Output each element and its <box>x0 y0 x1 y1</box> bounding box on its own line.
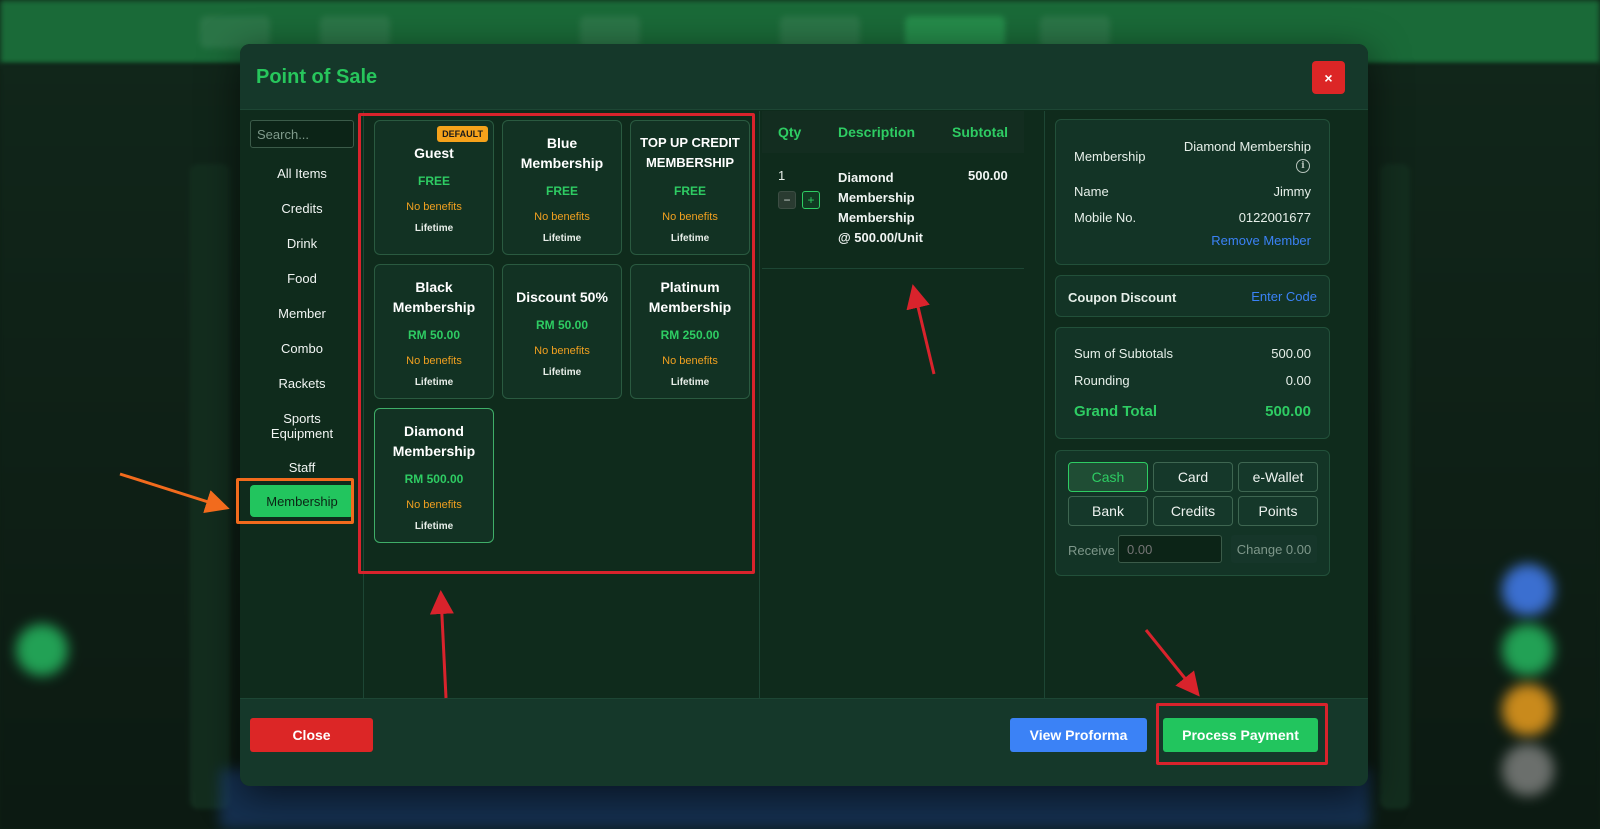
cart-header-row: Qty Description Subtotal <box>762 111 1024 153</box>
annotation-highlight-process-payment <box>1156 703 1328 765</box>
cart-divider <box>762 268 1024 269</box>
close-button[interactable]: Close <box>250 718 373 752</box>
view-proforma-button[interactable]: View Proforma <box>1010 718 1147 752</box>
annotation-highlight-membership-category <box>236 478 354 524</box>
mobile-label: Mobile No. <box>1074 210 1137 225</box>
category-search-input[interactable] <box>250 120 354 148</box>
category-food[interactable]: Food <box>250 271 354 286</box>
modal-title: Point of Sale <box>256 66 378 88</box>
cart-header-qty: Qty <box>778 124 802 140</box>
rounding-value: 0.00 <box>1285 373 1311 388</box>
cart-item-subtotal: 500.00 <box>968 168 1008 183</box>
grand-total-label: Grand Total <box>1074 403 1158 420</box>
category-sidebar: All Items Credits Drink Food Member Comb… <box>240 111 364 711</box>
annotation-highlight-products <box>358 113 755 574</box>
category-all-items[interactable]: All Items <box>250 166 354 181</box>
membership-value: Diamond Membership <box>1183 139 1311 154</box>
modal-header: Point of Sale × <box>240 44 1368 110</box>
enter-code-link[interactable]: Enter Code <box>1251 289 1317 304</box>
category-combo[interactable]: Combo <box>250 341 354 356</box>
category-staff[interactable]: Staff <box>250 460 354 475</box>
category-member[interactable]: Member <box>250 306 354 321</box>
rounding-label: Rounding <box>1074 373 1130 388</box>
payment-credits-button[interactable]: Credits <box>1153 496 1233 526</box>
totals-panel: Sum of Subtotals 500.00 Rounding 0.00 Gr… <box>1055 327 1330 439</box>
decrease-qty-button[interactable]: − <box>778 191 796 209</box>
coupon-panel: Coupon Discount Enter Code <box>1055 275 1330 317</box>
receive-label: Receive <box>1068 543 1115 558</box>
category-rackets[interactable]: Rackets <box>250 376 354 391</box>
category-drink[interactable]: Drink <box>250 236 354 251</box>
sum-label: Sum of Subtotals <box>1074 346 1173 361</box>
cart-table: Qty Description Subtotal 1 − + Diamond M… <box>760 111 1045 711</box>
change-amount: Change 0.00 <box>1231 535 1317 563</box>
sum-value: 500.00 <box>1271 346 1311 361</box>
name-label: Name <box>1074 184 1109 199</box>
payment-card-button[interactable]: Card <box>1153 462 1233 492</box>
info-icon[interactable]: i <box>1296 159 1310 173</box>
payment-points-button[interactable]: Points <box>1238 496 1318 526</box>
cart-item-qty: 1 <box>778 168 786 183</box>
membership-label: Membership <box>1074 149 1146 164</box>
payment-panel: Cash Card e-Wallet Bank Credits Points R… <box>1055 450 1330 576</box>
grand-total-value: 500.00 <box>1265 403 1311 420</box>
payment-ewallet-button[interactable]: e-Wallet <box>1238 462 1318 492</box>
coupon-label: Coupon Discount <box>1068 290 1177 305</box>
cart-header-subtotal: Subtotal <box>952 124 1008 140</box>
member-panel: Membership Diamond Membership i Name Jim… <box>1055 119 1330 265</box>
payment-bank-button[interactable]: Bank <box>1068 496 1148 526</box>
receive-amount-input[interactable] <box>1118 535 1222 563</box>
name-value: Jimmy <box>1273 184 1311 199</box>
mobile-value: 0122001677 <box>1238 210 1311 225</box>
increase-qty-button[interactable]: + <box>802 191 820 209</box>
remove-member-link[interactable]: Remove Member <box>1211 233 1311 248</box>
order-summary: Membership Diamond Membership i Name Jim… <box>1045 111 1368 711</box>
category-credits[interactable]: Credits <box>250 201 354 216</box>
cart-header-description: Description <box>838 124 916 140</box>
payment-cash-button[interactable]: Cash <box>1068 462 1148 492</box>
cart-item-description: Diamond Membership Membership @ 500.00/U… <box>838 170 923 245</box>
category-sports-equipment[interactable]: Sports Equipment <box>250 411 354 441</box>
close-icon[interactable]: × <box>1312 61 1345 94</box>
